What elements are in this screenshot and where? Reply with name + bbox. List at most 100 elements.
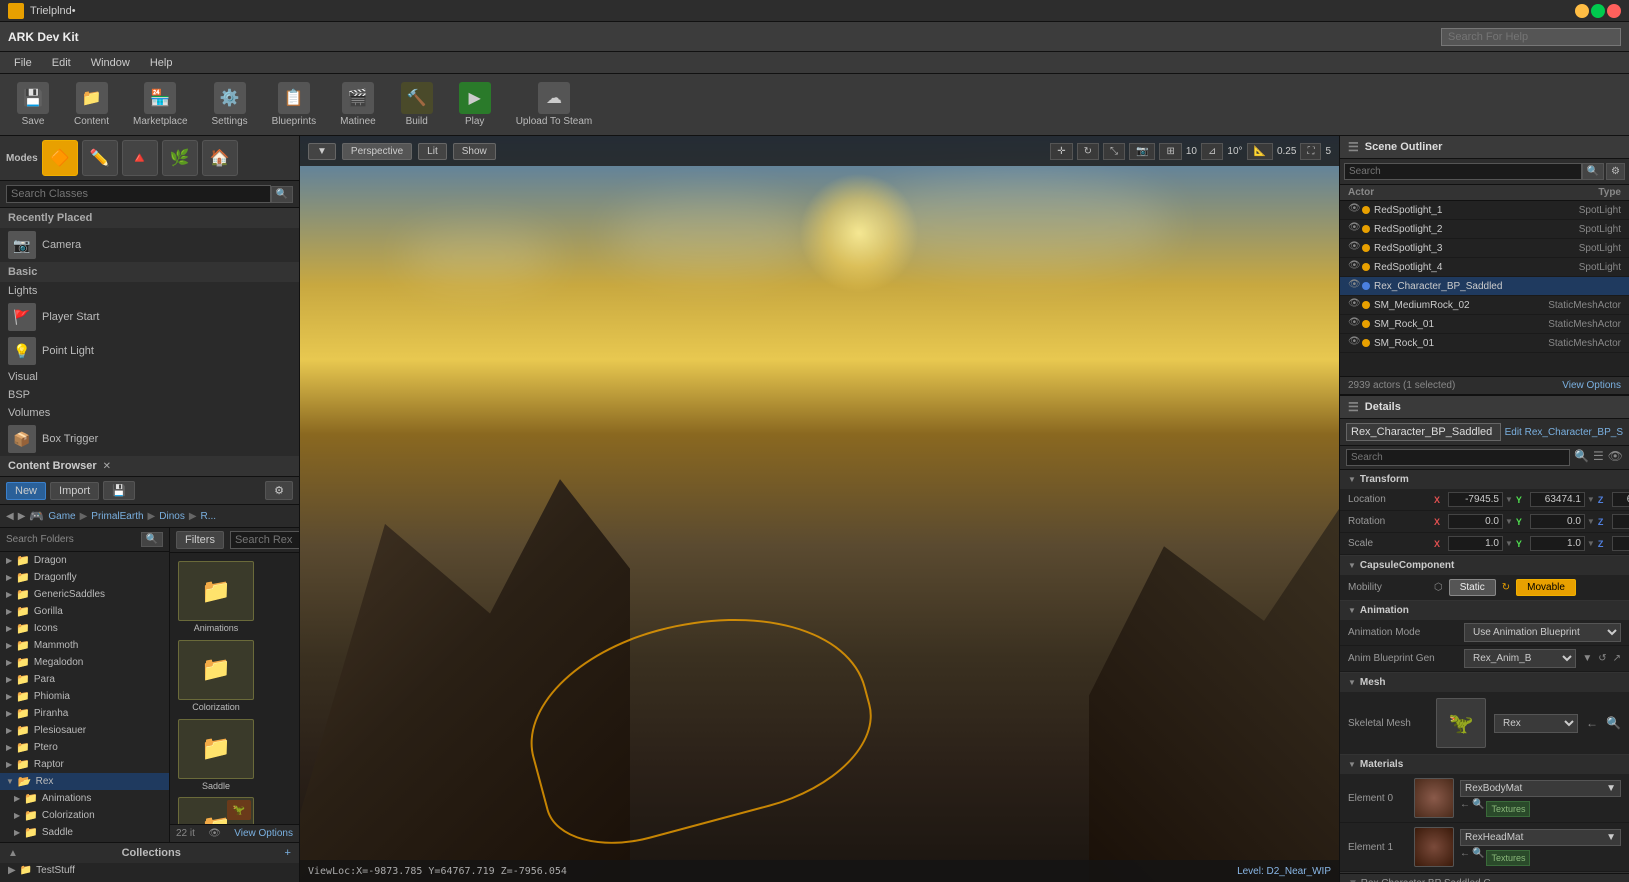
outliner-search-input[interactable] (1344, 163, 1582, 180)
mat-element-0-dropdown-btn[interactable]: RexBodyMat ▼ (1460, 780, 1621, 797)
visibility-icon-2[interactable]: 👁 (1348, 241, 1362, 255)
folder-ptero[interactable]: ▶ 📁 Ptero (0, 739, 169, 756)
scale-y-arrow[interactable]: ▼ (1587, 539, 1595, 548)
anim-blueprint-dropdown[interactable]: Rex_Anim_B (1464, 649, 1576, 668)
mat-1-search-icon[interactable]: 🔍 (1472, 848, 1484, 866)
placed-item-point-light[interactable]: 💡 Point Light (0, 334, 299, 368)
toolbar-save-button[interactable]: 💾 Save (8, 78, 58, 131)
test-stuff-item[interactable]: ▶ 📁 TestStuff (0, 863, 299, 882)
details-actor-name-input[interactable] (1346, 423, 1501, 441)
placed-bsp[interactable]: BSP (0, 386, 299, 404)
outliner-item-2[interactable]: 👁 RedSpotlight_3 SpotLight (1340, 239, 1629, 258)
search-classes-button[interactable]: 🔍 (271, 186, 293, 203)
anim-expand-button[interactable]: ▼ (1582, 653, 1592, 664)
materials-section-header[interactable]: ▼ Materials (1340, 755, 1629, 774)
asset-colorization[interactable]: 📁 Colorization (178, 640, 254, 713)
animation-section-header[interactable]: ▼ Animation (1340, 601, 1629, 620)
visibility-icon-0[interactable]: 👁 (1348, 203, 1362, 217)
rotation-x-arrow[interactable]: ▼ (1505, 517, 1513, 526)
rotation-y-input[interactable] (1530, 514, 1585, 529)
visibility-icon-1[interactable]: 👁 (1348, 222, 1362, 236)
mat-0-search-icon[interactable]: 🔍 (1472, 799, 1484, 817)
breadcrumb-dinos[interactable]: Dinos (159, 511, 185, 522)
vp-maximize-button[interactable]: ⛶ (1300, 143, 1321, 160)
toolbar-content-button[interactable]: 📁 Content (66, 78, 117, 131)
outliner-item-7[interactable]: 👁 SM_Rock_01 StaticMeshActor (1340, 334, 1629, 353)
location-z-input[interactable] (1612, 492, 1629, 507)
capsule-section-header[interactable]: ▼ CapsuleComponent (1340, 556, 1629, 575)
details-eye-icon[interactable]: 👁 (1608, 449, 1623, 466)
visibility-icon-6[interactable]: 👁 (1348, 317, 1362, 331)
scale-y-input[interactable] (1530, 536, 1585, 551)
outliner-item-3[interactable]: 👁 RedSpotlight_4 SpotLight (1340, 258, 1629, 277)
vp-dropdown-button[interactable]: ▼ (308, 143, 336, 160)
asset-animations[interactable]: 📁 Animations (178, 561, 254, 634)
breadcrumb-r[interactable]: R... (201, 511, 217, 522)
breadcrumb-forward-button[interactable]: ▶ (18, 511, 26, 522)
cb-import-button[interactable]: Import (50, 482, 99, 500)
rotation-x-input[interactable] (1448, 514, 1503, 529)
placed-visual[interactable]: Visual (0, 368, 299, 386)
toolbar-build-button[interactable]: 🔨 Build (392, 78, 442, 131)
cb-close-button[interactable]: ✕ (103, 461, 111, 472)
vp-scale-snap-button[interactable]: 📐 (1247, 143, 1273, 160)
window-controls[interactable] (1575, 4, 1621, 18)
mesh-section-header[interactable]: ▼ Mesh (1340, 673, 1629, 692)
outliner-item-6[interactable]: 👁 SM_Rock_01 StaticMeshActor (1340, 315, 1629, 334)
mat-1-arrow-icon[interactable]: ← (1460, 848, 1470, 866)
outliner-item-5[interactable]: 👁 SM_MediumRock_02 StaticMeshActor (1340, 296, 1629, 315)
maximize-button[interactable] (1591, 4, 1605, 18)
toolbar-marketplace-button[interactable]: 🏪 Marketplace (125, 78, 195, 131)
outliner-item-0[interactable]: 👁 RedSpotlight_1 SpotLight (1340, 201, 1629, 220)
cb-filters-button[interactable]: Filters (176, 531, 224, 549)
vp-translate-button[interactable]: ✛ (1050, 143, 1072, 160)
cb-settings-button[interactable]: ⚙ (265, 481, 293, 500)
recently-placed-header[interactable]: Recently Placed (0, 208, 299, 228)
vp-show-button[interactable]: Show (453, 143, 496, 160)
asset-rex-folder[interactable]: 📁 🦖 Rex (178, 797, 254, 824)
visibility-icon-7[interactable]: 👁 (1348, 336, 1362, 350)
folder-para[interactable]: ▶ 📁 Para (0, 671, 169, 688)
folder-piranha[interactable]: ▶ 📁 Piranha (0, 705, 169, 722)
placed-item-box-trigger[interactable]: 📦 Box Trigger (0, 422, 299, 456)
menu-file[interactable]: File (4, 55, 42, 71)
rotation-z-input[interactable] (1612, 514, 1629, 529)
folder-dragon[interactable]: ▶ 📁 Dragon (0, 552, 169, 569)
location-x-input[interactable] (1448, 492, 1503, 507)
vp-lit-button[interactable]: Lit (418, 143, 447, 160)
vp-angle-snap-button[interactable]: ⊿ (1201, 143, 1223, 160)
folder-mammoth[interactable]: ▶ 📁 Mammoth (0, 637, 169, 654)
cb-new-button[interactable]: New (6, 482, 46, 500)
toolbar-upload-button[interactable]: ☁ Upload To Steam (508, 78, 601, 131)
details-search-icon[interactable]: 🔍 (1574, 449, 1589, 466)
details-edit-link[interactable]: Edit Rex_Character_BP_S (1505, 427, 1623, 438)
cb-search-input[interactable] (230, 531, 299, 549)
vp-rotate-button[interactable]: ↻ (1077, 143, 1099, 160)
mesh-dropdown[interactable]: Rex (1494, 714, 1578, 733)
mode-foliage-button[interactable]: 🌿 (162, 140, 198, 176)
visibility-icon-rex[interactable]: 👁 (1348, 279, 1362, 293)
mat-element-1-dropdown-btn[interactable]: RexHeadMat ▼ (1460, 829, 1621, 846)
folder-genericsaddles[interactable]: ▶ 📁 GenericSaddles (0, 586, 169, 603)
details-search-input[interactable] (1346, 449, 1570, 466)
toolbar-matinee-button[interactable]: 🎬 Matinee (332, 78, 384, 131)
collections-add-button[interactable]: + (285, 847, 291, 859)
folder-plesiosauer[interactable]: ▶ 📁 Plesiosauer (0, 722, 169, 739)
visibility-icon-3[interactable]: 👁 (1348, 260, 1362, 274)
mobility-movable-button[interactable]: Movable (1516, 579, 1576, 596)
cb-save-all-button[interactable]: 💾 (103, 481, 135, 500)
mesh-search-icon[interactable]: 🔍 (1606, 716, 1621, 730)
folder-megalodon[interactable]: ▶ 📁 Megalodon (0, 654, 169, 671)
anim-mode-dropdown[interactable]: Use Animation Blueprint (1464, 623, 1621, 642)
anim-refresh-icon[interactable]: ↺ (1598, 653, 1606, 664)
folder-rex-saddle[interactable]: ▶ 📁 Saddle (0, 824, 169, 841)
breadcrumb-game[interactable]: Game (48, 511, 75, 522)
menu-window[interactable]: Window (81, 55, 140, 71)
location-y-arrow[interactable]: ▼ (1587, 495, 1595, 504)
minimize-button[interactable] (1575, 4, 1589, 18)
scale-z-input[interactable] (1612, 536, 1629, 551)
mode-paint-button[interactable]: ✏️ (82, 140, 118, 176)
folder-rex-colorization[interactable]: ▶ 📁 Colorization (0, 807, 169, 824)
visibility-icon-5[interactable]: 👁 (1348, 298, 1362, 312)
basic-header[interactable]: Basic (0, 262, 299, 282)
